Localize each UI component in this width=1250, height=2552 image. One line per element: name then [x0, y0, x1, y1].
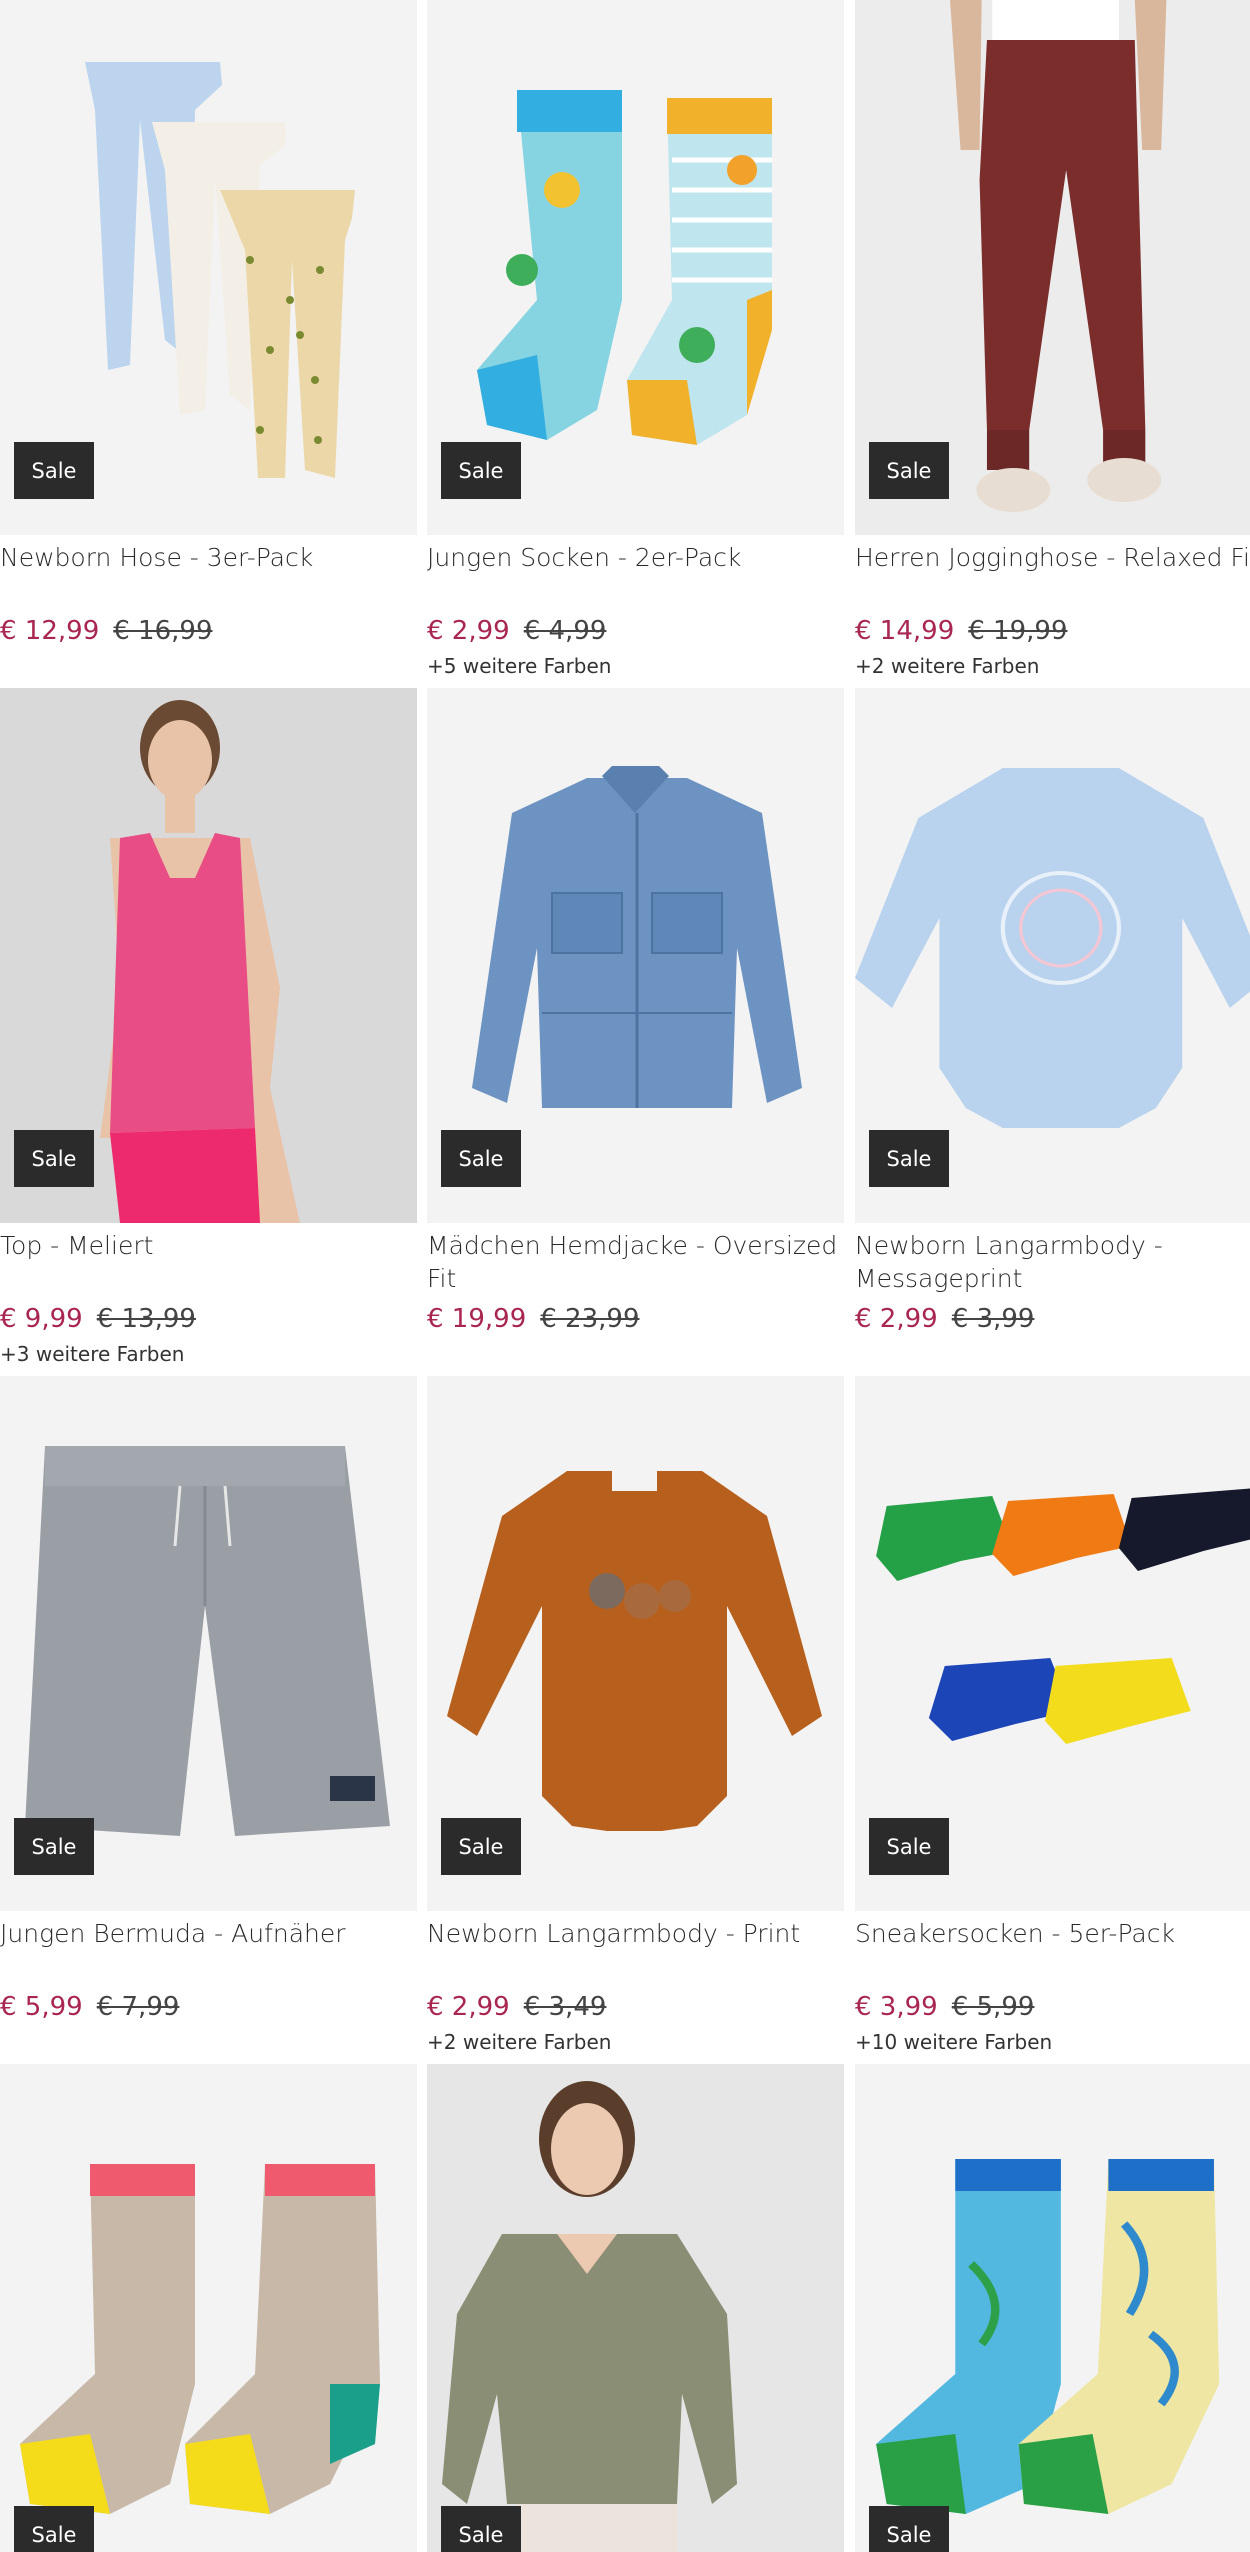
sale-badge: Sale [14, 442, 94, 499]
old-price: € 4,99 [523, 616, 607, 646]
old-price: € 3,49 [523, 1992, 607, 2022]
product-title[interactable]: Newborn Hose - 3er-Pack [0, 541, 417, 574]
more-colors-link[interactable]: +2 weitere Farben [855, 652, 1039, 680]
sale-badge: Sale [869, 1130, 949, 1187]
current-price: € 2,99 [427, 1992, 510, 2022]
sale-badge: Sale [869, 1818, 949, 1875]
more-colors-link[interactable]: +5 weitere Farben [427, 652, 611, 680]
sale-badge: Sale [869, 442, 949, 499]
sale-badge: Sale [441, 1130, 521, 1187]
price-row: € 3,99 € 5,99 [855, 1990, 1034, 2024]
sale-badge: Sale [14, 2506, 94, 2552]
product-image[interactable]: Sale [855, 688, 1250, 1223]
price-row: € 2,99 € 3,49 [427, 1990, 606, 2024]
product-title[interactable]: Herren Jogginghose - Relaxed Fit [855, 541, 1250, 574]
old-price: € 19,99 [968, 616, 1068, 646]
more-colors-link[interactable]: +3 weitere Farben [0, 1340, 184, 1368]
product-card[interactable]: Sale Newborn Langarmbody - Messageprint … [855, 688, 1250, 1376]
old-price: € 23,99 [540, 1304, 640, 1334]
product-card[interactable]: Sale Jungen Socken - 2er-Pack € 2,99 € 4,… [427, 0, 844, 688]
product-card[interactable]: Sale [855, 2064, 1250, 2552]
old-price: € 3,99 [951, 1304, 1035, 1334]
more-colors-link[interactable]: +10 weitere Farben [855, 2028, 1052, 2056]
price-row: € 2,99 € 3,99 [855, 1302, 1034, 1336]
product-card[interactable]: Sale Mädchen Hemdjacke - Oversized Fit €… [427, 688, 844, 1376]
product-card[interactable]: Sale Herren Jogginghose - Relaxed Fit € … [855, 0, 1250, 688]
product-image[interactable]: Sale [427, 2064, 844, 2552]
sale-badge: Sale [441, 1818, 521, 1875]
product-image[interactable]: Sale [855, 1376, 1250, 1911]
product-title[interactable]: Mädchen Hemdjacke - Oversized Fit [427, 1229, 844, 1295]
product-title[interactable]: Sneakersocken - 5er-Pack [855, 1917, 1250, 1950]
product-title[interactable]: Top - Meliert [0, 1229, 417, 1262]
current-price: € 19,99 [427, 1304, 527, 1334]
product-card[interactable]: Sale Newborn Hose - 3er-Pack € 12,99 € 16… [0, 0, 417, 688]
product-image[interactable]: Sale [0, 688, 417, 1223]
old-price: € 16,99 [113, 616, 213, 646]
price-row: € 5,99 € 7,99 [0, 1990, 179, 2024]
product-card[interactable]: Sale [0, 2064, 417, 2552]
product-title[interactable]: Newborn Langarmbody - Print [427, 1917, 844, 1950]
sale-badge: Sale [14, 1130, 94, 1187]
product-image[interactable]: Sale [855, 2064, 1250, 2552]
current-price: € 2,99 [855, 1304, 938, 1334]
current-price: € 3,99 [855, 1992, 938, 2022]
product-card[interactable]: Sale Jungen Bermuda - Aufnäher € 5,99 € 7… [0, 1376, 417, 2064]
product-image[interactable]: Sale [0, 0, 417, 535]
product-card[interactable]: Sale Top - Meliert € 9,99 € 13,99 +3 weit… [0, 688, 417, 1376]
old-price: € 7,99 [96, 1992, 180, 2022]
more-colors-link[interactable]: +2 weitere Farben [427, 2028, 611, 2056]
product-grid: Sale Newborn Hose - 3er-Pack € 12,99 € 16… [0, 0, 1250, 2552]
product-image[interactable]: Sale [427, 0, 844, 535]
current-price: € 2,99 [427, 616, 510, 646]
product-image[interactable]: Sale [855, 0, 1250, 535]
product-title[interactable]: Jungen Bermuda - Aufnäher [0, 1917, 417, 1950]
old-price: € 5,99 [951, 1992, 1035, 2022]
product-image[interactable]: Sale [427, 1376, 844, 1911]
product-title[interactable]: Jungen Socken - 2er-Pack [427, 541, 844, 574]
sale-badge: Sale [441, 2506, 521, 2552]
old-price: € 13,99 [96, 1304, 196, 1334]
product-image[interactable]: Sale [0, 2064, 417, 2552]
current-price: € 12,99 [0, 616, 100, 646]
price-row: € 9,99 € 13,99 [0, 1302, 196, 1336]
price-row: € 19,99 € 23,99 [427, 1302, 640, 1336]
product-title[interactable]: Newborn Langarmbody - Messageprint [855, 1229, 1250, 1295]
price-row: € 12,99 € 16,99 [0, 614, 213, 648]
product-image[interactable]: Sale [0, 1376, 417, 1911]
sale-badge: Sale [869, 2506, 949, 2552]
product-card[interactable]: Sale Newborn Langarmbody - Print € 2,99 €… [427, 1376, 844, 2064]
current-price: € 14,99 [855, 616, 955, 646]
product-card[interactable]: Sale Sneakersocken - 5er-Pack € 3,99 € 5,… [855, 1376, 1250, 2064]
sale-badge: Sale [14, 1818, 94, 1875]
current-price: € 9,99 [0, 1304, 83, 1334]
price-row: € 14,99 € 19,99 [855, 614, 1068, 648]
product-image[interactable]: Sale [427, 688, 844, 1223]
sale-badge: Sale [441, 442, 521, 499]
product-card[interactable]: Sale [427, 2064, 844, 2552]
current-price: € 5,99 [0, 1992, 83, 2022]
price-row: € 2,99 € 4,99 [427, 614, 606, 648]
